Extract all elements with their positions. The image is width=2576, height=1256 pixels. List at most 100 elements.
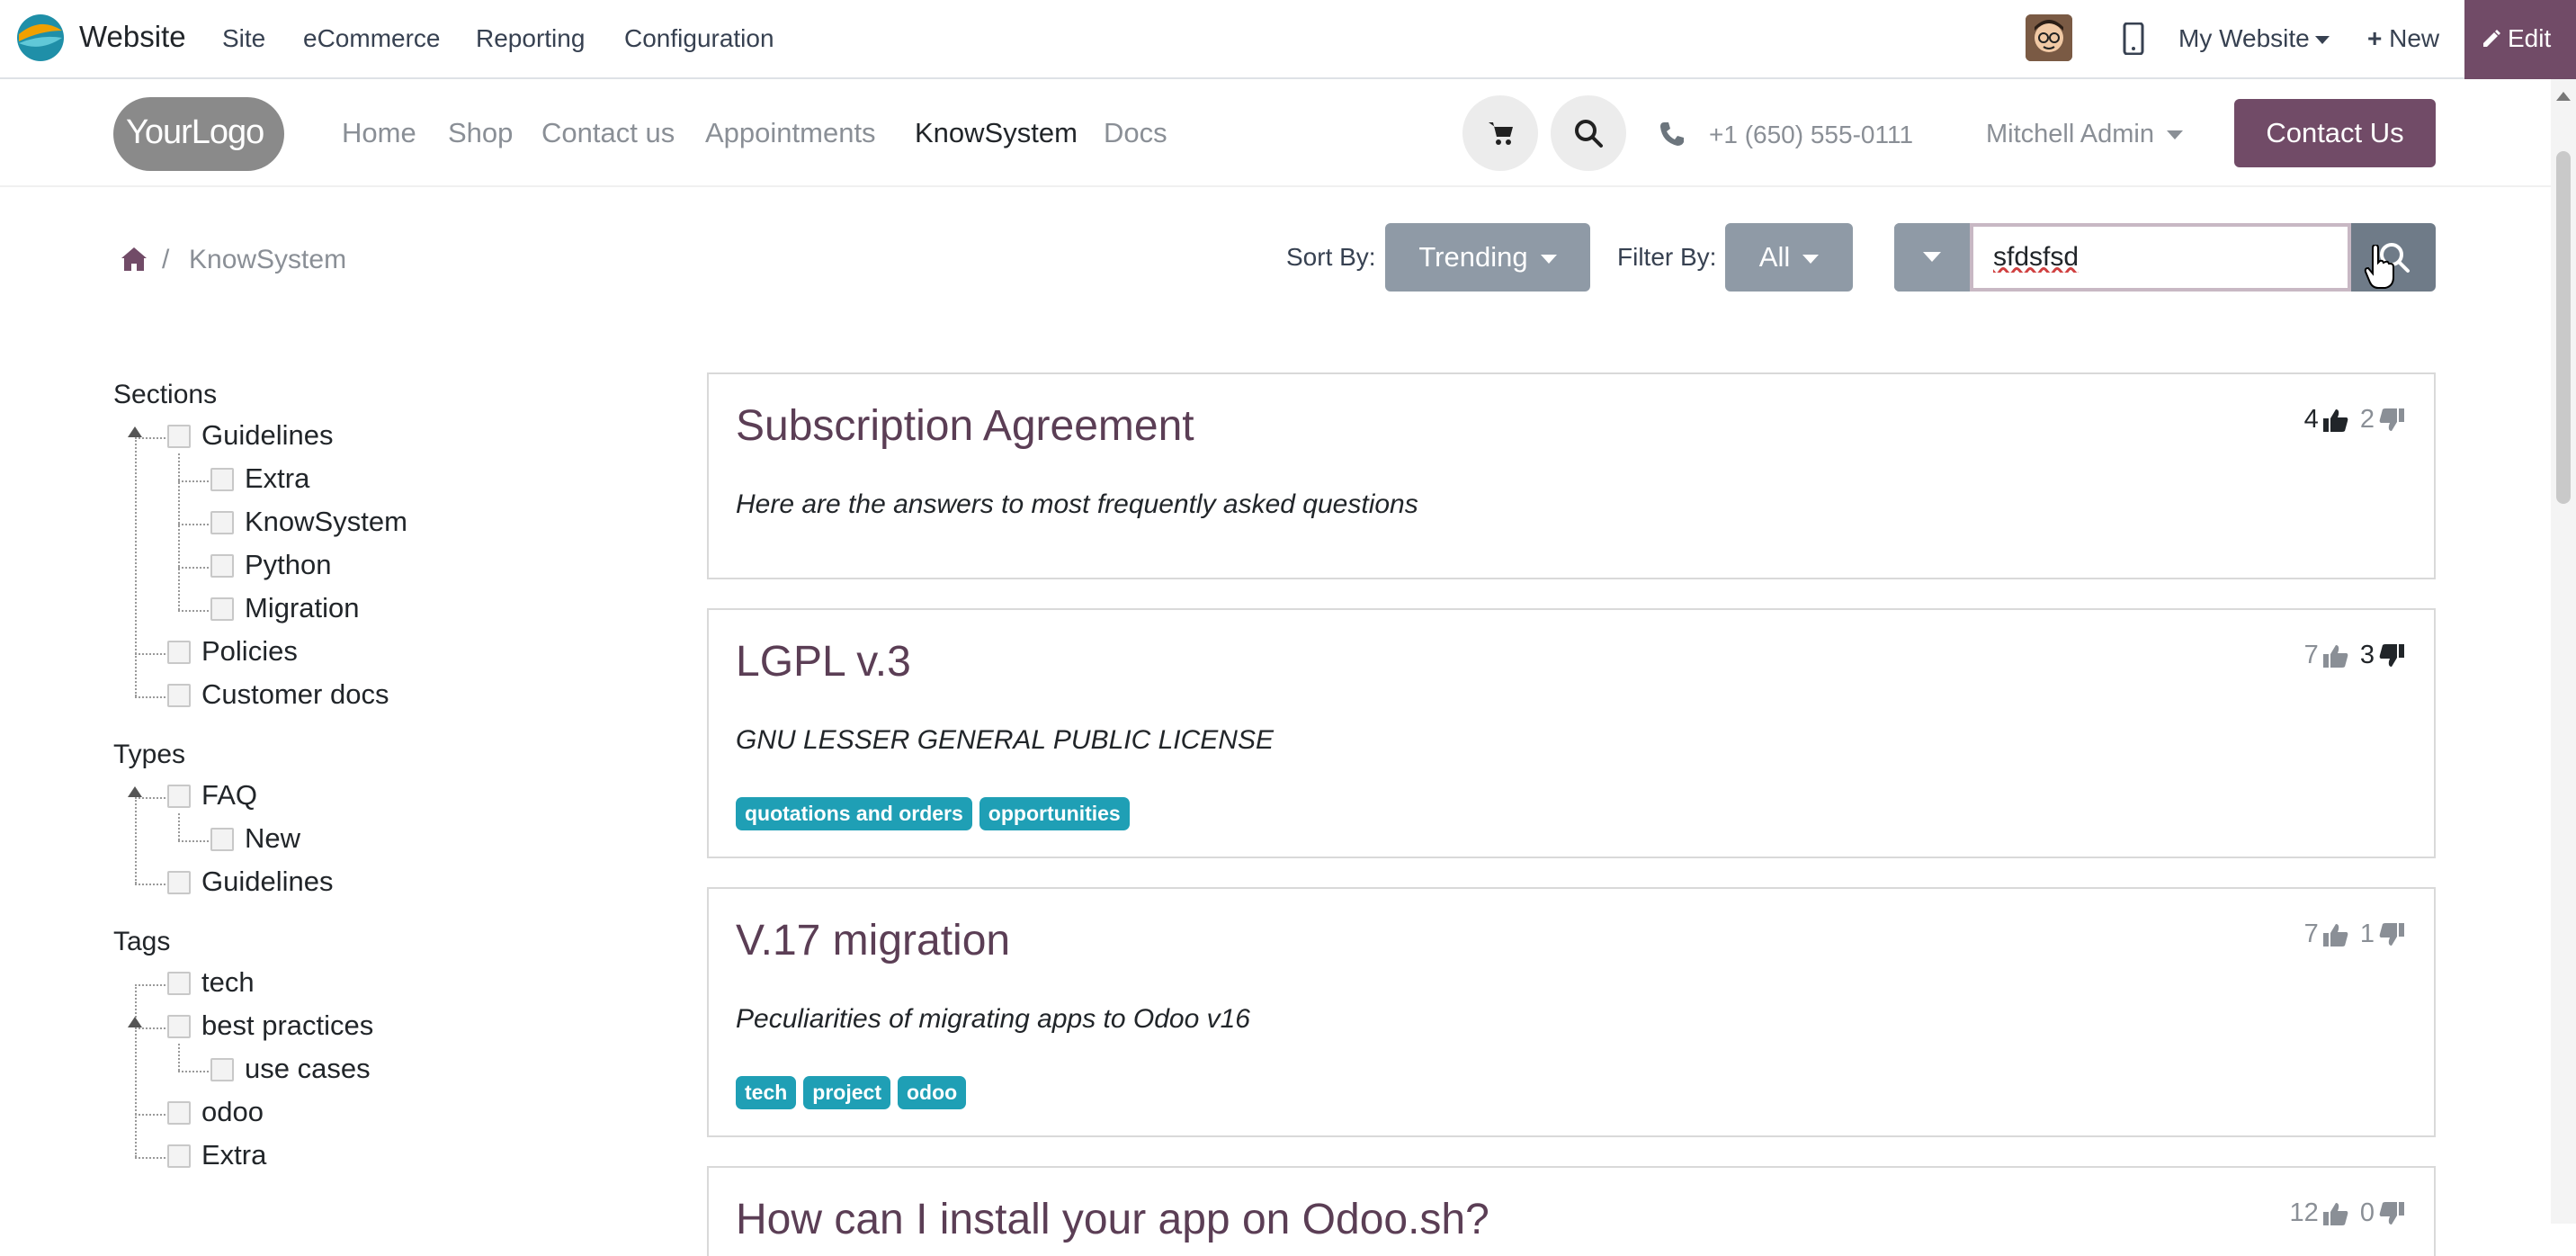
- checkbox[interactable]: [167, 871, 191, 894]
- tree-line: [178, 840, 209, 842]
- thumbs-down-icon[interactable]: [2378, 408, 2405, 433]
- cart-button[interactable]: [1462, 95, 1538, 171]
- article-card[interactable]: V.17 migration 7 1 Peculiarities of migr…: [707, 887, 2436, 1137]
- search-icon: [1575, 120, 1603, 148]
- checkbox[interactable]: [167, 641, 191, 664]
- tree-label: odoo: [201, 1096, 264, 1127]
- nav-contact-us[interactable]: Contact us: [541, 117, 675, 149]
- checkbox[interactable]: [210, 1058, 234, 1081]
- user-avatar[interactable]: [2026, 14, 2072, 61]
- phone-number[interactable]: +1 (650) 555-0111: [1709, 121, 1913, 149]
- tag-badge[interactable]: opportunities: [979, 797, 1130, 830]
- nav-shop[interactable]: Shop: [448, 117, 513, 149]
- menu-reporting[interactable]: Reporting: [476, 24, 585, 53]
- article-title[interactable]: Subscription Agreement: [736, 401, 1194, 451]
- article-card[interactable]: How can I install your app on Odoo.sh? 1…: [707, 1166, 2436, 1256]
- thumbs-down-icon[interactable]: [2378, 922, 2405, 947]
- thumbs-up-icon[interactable]: [2322, 408, 2349, 433]
- my-website-dropdown[interactable]: My Website: [2178, 24, 2330, 53]
- user-menu[interactable]: Mitchell Admin: [1986, 120, 2183, 149]
- thumbs-down-icon[interactable]: [2378, 1201, 2405, 1226]
- app-name[interactable]: Website: [79, 20, 186, 54]
- nav-docs[interactable]: Docs: [1104, 117, 1167, 149]
- checkbox[interactable]: [210, 554, 234, 578]
- checkbox[interactable]: [167, 425, 191, 448]
- sort-dropdown[interactable]: Trending: [1385, 223, 1590, 292]
- search-options-dropdown[interactable]: [1894, 223, 1970, 292]
- thumbs-up-icon[interactable]: [2322, 643, 2349, 668]
- page-scrollbar[interactable]: [2551, 79, 2576, 1224]
- like-count: 7: [2303, 641, 2319, 669]
- hand-cursor-icon: [2364, 245, 2394, 289]
- article-title[interactable]: LGPL v.3: [736, 637, 911, 686]
- site-logo[interactable]: YourLogo: [113, 97, 284, 171]
- checkbox[interactable]: [210, 828, 234, 851]
- thumbs-down-icon[interactable]: [2378, 643, 2405, 668]
- pencil-icon: [2483, 30, 2500, 47]
- tree-label: Python: [245, 549, 332, 580]
- checkbox[interactable]: [167, 1101, 191, 1125]
- thumbs-up-icon[interactable]: [2322, 922, 2349, 947]
- site-header: YourLogo Home Shop Contact us Appointmen…: [0, 79, 2551, 187]
- article-card[interactable]: Subscription Agreement 4 2 Here are the …: [707, 372, 2436, 579]
- collapse-toggle-icon[interactable]: [128, 786, 142, 797]
- collapse-toggle-icon[interactable]: [128, 426, 142, 437]
- tree-line: [178, 813, 180, 840]
- tree-label: Guidelines: [201, 866, 334, 897]
- edit-button[interactable]: Edit: [2464, 0, 2576, 79]
- tag-badge[interactable]: tech: [736, 1076, 797, 1109]
- checkbox[interactable]: [167, 1144, 191, 1168]
- article-votes: 12 0: [2290, 1198, 2409, 1228]
- scroll-up-arrow-icon[interactable]: [2556, 92, 2571, 101]
- menu-site[interactable]: Site: [222, 24, 265, 53]
- chevron-down-icon: [1540, 254, 1557, 264]
- home-icon[interactable]: [121, 247, 148, 272]
- tree-line: [135, 797, 137, 884]
- thumbs-up-icon[interactable]: [2322, 1201, 2349, 1226]
- nav-home[interactable]: Home: [342, 117, 416, 149]
- article-card[interactable]: LGPL v.3 7 3 GNU LESSER GENERAL PUBLIC L…: [707, 608, 2436, 858]
- tree-line: [178, 480, 209, 482]
- scrollbar-thumb[interactable]: [2556, 151, 2571, 504]
- article-title[interactable]: How can I install your app on Odoo.sh?: [736, 1195, 1489, 1244]
- contact-us-button[interactable]: Contact Us: [2234, 99, 2436, 167]
- search-input[interactable]: [1970, 223, 2351, 292]
- tag-badge[interactable]: odoo: [897, 1076, 967, 1109]
- menu-ecommerce[interactable]: eCommerce: [303, 24, 440, 53]
- article-title[interactable]: V.17 migration: [736, 916, 1010, 965]
- checkbox[interactable]: [167, 684, 191, 707]
- article-votes: 4 2: [2304, 405, 2409, 435]
- tree-line: [135, 1157, 165, 1159]
- tree-line: [135, 884, 165, 885]
- tree-label: Customer docs: [201, 678, 389, 710]
- dislike-count: 2: [2359, 405, 2375, 434]
- article-search-group: [1894, 223, 2436, 292]
- tag-badge[interactable]: quotations and orders: [736, 797, 972, 830]
- menu-configuration[interactable]: Configuration: [624, 24, 774, 53]
- breadcrumb-separator: /: [162, 245, 170, 274]
- website-app-icon[interactable]: [16, 11, 65, 63]
- tree-line: [135, 1114, 165, 1116]
- collapse-toggle-icon[interactable]: [128, 1017, 142, 1027]
- nav-knowsystem[interactable]: KnowSystem: [915, 117, 1078, 149]
- article-summary: Here are the answers to most frequently …: [736, 489, 1418, 519]
- tag-badge[interactable]: project: [803, 1076, 890, 1109]
- tree-line: [178, 524, 209, 525]
- checkbox[interactable]: [167, 785, 191, 808]
- tree-line: [135, 696, 165, 698]
- tree-line: [135, 437, 165, 439]
- nav-appointments[interactable]: Appointments: [705, 117, 876, 149]
- tree-label: Extra: [201, 1139, 267, 1171]
- header-search-button[interactable]: [1551, 95, 1626, 171]
- checkbox[interactable]: [210, 597, 234, 621]
- filter-dropdown[interactable]: All: [1725, 223, 1853, 292]
- tree-label: best practices: [201, 1009, 374, 1041]
- mobile-preview-icon[interactable]: [2123, 22, 2144, 55]
- checkbox[interactable]: [210, 468, 234, 491]
- article-summary: GNU LESSER GENERAL PUBLIC LICENSE: [736, 725, 1274, 755]
- tags-title: Tags: [113, 927, 171, 956]
- checkbox[interactable]: [167, 972, 191, 995]
- new-button[interactable]: + New: [2367, 24, 2439, 53]
- checkbox[interactable]: [167, 1015, 191, 1038]
- checkbox[interactable]: [210, 511, 234, 534]
